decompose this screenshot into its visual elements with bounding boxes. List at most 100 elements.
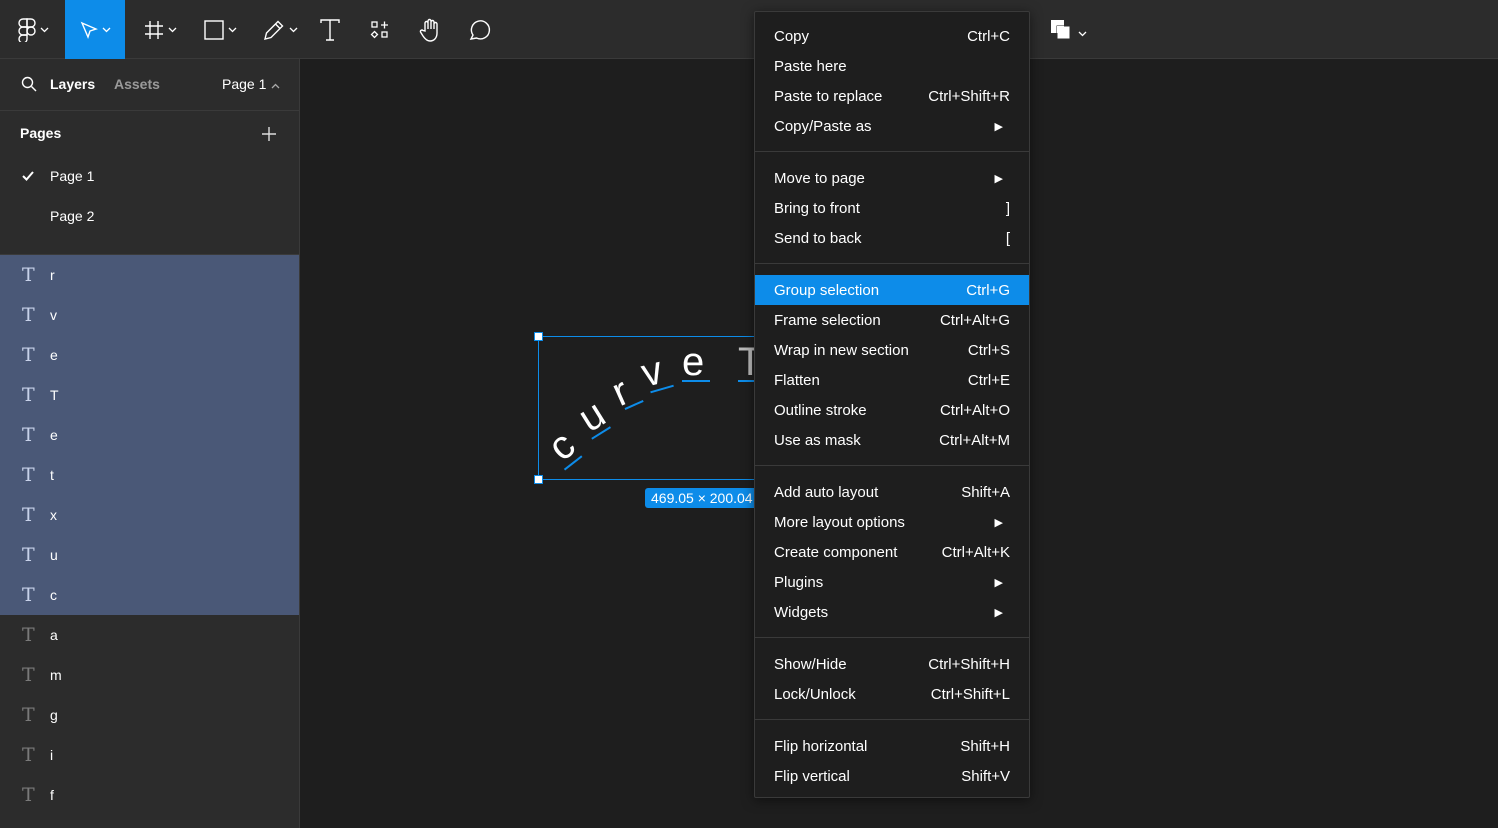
layer-item[interactable]: Tu [0,535,299,575]
chevron-up-icon [271,76,280,92]
shape-tool-button[interactable] [195,0,245,59]
menu-item-outline-stroke[interactable]: Outline stroke Ctrl+Alt+O [755,395,1029,425]
tab-assets[interactable]: Assets [114,76,160,92]
menu-separator [755,637,1029,638]
text-layer-icon: T [22,304,35,326]
text-layer-icon: T [22,544,35,566]
layer-item[interactable]: Te [0,415,299,455]
toolbar [0,0,1498,59]
menu-item-add-auto-layout[interactable]: Add auto layout Shift+A [755,477,1029,507]
menu-item-label: Copy [774,27,810,45]
submenu-arrow-icon: ▶ [994,516,1003,529]
menu-item-label: Plugins [774,573,824,591]
menu-item-shortcut: Ctrl+Shift+L [930,685,1010,703]
layer-item[interactable]: Te [0,335,299,375]
layer-item[interactable]: Tf [0,775,299,815]
boolean-union-icon [1050,19,1072,46]
menu-item-label: Create component [774,543,898,561]
layer-name: f [50,787,54,803]
menu-item-shortcut: Ctrl+S [967,341,1010,359]
menu-item-flip-vertical[interactable]: Flip vertical Shift+V [755,761,1029,791]
chevron-down-icon [40,27,49,33]
resize-handle-top-left[interactable] [534,332,543,341]
layer-item[interactable]: Tv [0,295,299,335]
layer-name: g [50,707,58,723]
boolean-groups-button[interactable] [1050,19,1087,46]
layer-name: i [50,747,54,763]
hand-icon [419,18,441,42]
main-menu-button[interactable] [8,0,58,59]
add-page-icon[interactable] [261,126,277,147]
menu-item-flip-horizontal[interactable]: Flip horizontal Shift+H [755,731,1029,761]
layer-name: e [50,427,58,443]
page-item-page-2[interactable]: Page 2 [0,196,299,236]
text-layer-icon: T [22,344,35,366]
chevron-down-icon [1078,24,1087,42]
page-selector[interactable]: Page 1 [222,76,280,92]
page-item-page-1[interactable]: Page 1 [0,156,299,196]
menu-item-label: Outline stroke [774,401,867,419]
layer-item[interactable]: Ta [0,615,299,655]
menu-item-move-to-page[interactable]: Move to page ▶ [755,163,1029,193]
menu-item-copy[interactable]: Copy Ctrl+C [755,21,1029,51]
chevron-down-icon [289,27,298,33]
menu-item-more-layout-options[interactable]: More layout options ▶ [755,507,1029,537]
layer-name: t [50,467,54,483]
comment-tool-button[interactable] [460,0,500,59]
menu-item-shortcut: Ctrl+Alt+K [941,543,1010,561]
menu-item-label: Flatten [774,371,820,389]
tab-layers[interactable]: Layers [50,76,95,92]
menu-item-label: Copy/Paste as [774,117,872,135]
resize-handle-bottom-left[interactable] [534,475,543,484]
layer-item[interactable]: Tt [0,455,299,495]
layer-item[interactable]: TT [0,375,299,415]
layer-item[interactable]: Tr [0,255,299,295]
text-layer-icon: T [22,784,35,806]
layer-item[interactable]: Tg [0,695,299,735]
text-layer-icon: T [22,624,35,646]
menu-item-label: Flip horizontal [774,737,868,755]
menu-item-label: Lock/Unlock [774,685,856,703]
text-tool-button[interactable] [310,0,350,59]
menu-item-lock-unlock[interactable]: Lock/Unlock Ctrl+Shift+L [755,679,1029,709]
menu-item-create-component[interactable]: Create component Ctrl+Alt+K [755,537,1029,567]
menu-item-widgets[interactable]: Widgets ▶ [755,597,1029,627]
layer-name: v [50,307,57,323]
pages-heading: Pages [20,125,62,141]
layer-item[interactable]: Tx [0,495,299,535]
layer-item[interactable]: Tc [0,575,299,615]
text-layer-icon: T [22,264,35,286]
menu-separator [755,263,1029,264]
menu-item-bring-to-front[interactable]: Bring to front] [755,193,1029,223]
frame-tool-button[interactable] [135,0,185,59]
menu-separator [755,719,1029,720]
resources-tool-button[interactable] [360,0,400,59]
menu-item-send-to-back[interactable]: Send to back [ [755,223,1029,253]
menu-item-show-hide[interactable]: Show/Hide Ctrl+Shift+H [755,649,1029,679]
menu-item-copy-paste-as[interactable]: Copy/Paste as ▶ [755,111,1029,141]
page-label: Page 1 [50,168,95,184]
menu-item-paste-to-replace[interactable]: Paste to replace Ctrl+Shift+R [755,81,1029,111]
layer-name: T [50,387,59,403]
layer-name: a [50,627,58,643]
menu-item-group-selection[interactable]: Group selection Ctrl+G [755,275,1029,305]
menu-item-label: Show/Hide [774,655,847,673]
menu-item-label: Wrap in new section [774,341,909,359]
menu-item-shortcut: [ [1005,229,1010,247]
menu-item-label: Group selection [774,281,880,299]
menu-item-plugins[interactable]: Plugins ▶ [755,567,1029,597]
menu-item-label: More layout options [774,513,905,531]
cursor-arrow-icon [80,21,98,39]
menu-item-use-as-mask[interactable]: Use as mask Ctrl+Alt+M [755,425,1029,455]
search-icon[interactable] [21,76,37,97]
hand-tool-button[interactable] [410,0,450,59]
menu-item-paste-here[interactable]: Paste here [755,51,1029,81]
pen-tool-button[interactable] [255,0,305,59]
layer-item[interactable]: Tm [0,655,299,695]
move-tool-button[interactable] [65,0,125,59]
menu-item-label: Move to page [774,169,865,187]
menu-item-flatten[interactable]: Flatten Ctrl+E [755,365,1029,395]
menu-item-wrap-in-new-section[interactable]: Wrap in new section Ctrl+S [755,335,1029,365]
layer-item[interactable]: Ti [0,735,299,775]
menu-item-frame-selection[interactable]: Frame selection Ctrl+Alt+G [755,305,1029,335]
